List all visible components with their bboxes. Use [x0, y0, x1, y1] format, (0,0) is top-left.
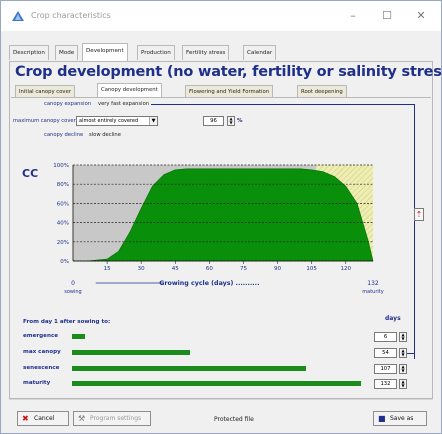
- page-title: Crop development (no water, fertility or…: [15, 64, 442, 80]
- y-tick-label: 40%: [57, 221, 69, 227]
- x-start-label: 0: [71, 280, 75, 287]
- x-tick-label: 45: [172, 266, 179, 272]
- stage-label: maturity: [23, 380, 51, 386]
- x-tick-label: 30: [138, 266, 145, 272]
- subtab-canopy-development[interactable]: Canopy development: [97, 83, 162, 98]
- tab-production[interactable]: Production: [137, 45, 175, 60]
- tab-development[interactable]: Development: [82, 43, 128, 61]
- maximize-button[interactable]: ☐: [375, 7, 399, 25]
- max-canopy-cover-select[interactable]: almost entirely covered ▼: [76, 116, 158, 126]
- tab-description[interactable]: Description: [9, 45, 49, 60]
- x-tick-label: 105: [306, 266, 317, 272]
- canopy-cover-chart: 100% 80% 60% 40% 20% 0% 15 30 45 60 75 90 105 120 0 sow…: [53, 163, 383, 295]
- stage-days-input[interactable]: 107: [374, 364, 397, 374]
- up-arrow-icon[interactable]: ⇡: [414, 208, 424, 221]
- stage-bar: [72, 381, 361, 386]
- x-end-label: 132: [367, 280, 379, 287]
- expansion-connector: [151, 104, 414, 105]
- tab-calendar[interactable]: Calendar: [243, 45, 277, 60]
- crop-characteristics-window: Crop characteristics – ☐ ✕ Description M…: [0, 0, 442, 434]
- save-as-button[interactable]: ■ Save as: [373, 411, 427, 426]
- cancel-label: Cancel: [34, 415, 55, 422]
- close-button[interactable]: ✕: [409, 7, 433, 25]
- y-tick-label: 60%: [57, 201, 69, 207]
- stage-days-input[interactable]: 6: [374, 332, 397, 342]
- stage-days-spinner[interactable]: ▲ ▼: [399, 348, 407, 358]
- stage-bar-track: [72, 365, 361, 372]
- stage-bar: [72, 366, 307, 371]
- footer-divider: [9, 399, 433, 400]
- footer: ✖ Cancel ⚒ Program settings Protected fi…: [9, 405, 433, 431]
- stage-bar-track: [72, 380, 361, 387]
- tab-fertility-stress[interactable]: Fertility stress: [182, 45, 230, 60]
- title-bar: Crop characteristics – ☐ ✕: [1, 1, 441, 31]
- protected-file-text: Protected file: [214, 416, 254, 423]
- max-canopy-cover-option: almost entirely covered: [79, 118, 139, 124]
- canopy-expansion-label: canopy expansion: [44, 101, 92, 107]
- stage-label: senescence: [23, 365, 60, 371]
- stage-days-input[interactable]: 132: [374, 379, 397, 389]
- max-canopy-cover-input[interactable]: 96: [203, 116, 224, 126]
- canopy-decline-label: canopy decline: [44, 132, 84, 138]
- stage-days-spinner[interactable]: ▲ ▼: [399, 332, 407, 342]
- y-tick-label: 100%: [53, 163, 69, 169]
- stage-days-input[interactable]: 54: [374, 348, 397, 358]
- days-header: days: [385, 315, 401, 322]
- stage-label: emergence: [23, 333, 59, 339]
- x-axis-label: Growing cycle (days) ..........: [159, 280, 259, 287]
- x-tick-label: 90: [274, 266, 281, 272]
- tab-mode[interactable]: Mode: [55, 45, 79, 60]
- stage-bar-track: [72, 349, 361, 356]
- stage-bar-track: [72, 333, 361, 340]
- stage-days-spinner[interactable]: ▲ ▼: [399, 379, 407, 389]
- x-start-sub-label: sowing: [64, 289, 82, 295]
- stage-bar: [72, 350, 191, 355]
- percent-unit: %: [237, 118, 243, 124]
- stage-bar: [72, 334, 86, 339]
- max-canopy-cover-label: maximum canopy cover: [13, 118, 76, 124]
- x-tick-label: 60: [206, 266, 213, 272]
- tools-icon: ⚒: [78, 414, 86, 423]
- canopy-decline-value: slow decline: [89, 132, 121, 138]
- app-icon: [12, 11, 24, 21]
- x-end-sub-label: maturity: [362, 289, 383, 295]
- y-tick-label: 80%: [57, 182, 69, 188]
- cancel-x-icon: ✖: [22, 414, 29, 423]
- stage-label: max canopy: [23, 349, 61, 355]
- stage-days-spinner[interactable]: ▲ ▼: [399, 364, 407, 374]
- stages-header: From day 1 after sowing to:: [23, 319, 111, 325]
- x-tick-label: 15: [104, 266, 111, 272]
- program-settings-label: Program settings: [90, 415, 142, 422]
- canopy-expansion-value: very fast expansion: [98, 101, 150, 107]
- cancel-button[interactable]: ✖ Cancel: [17, 411, 69, 426]
- x-tick-label: 75: [240, 266, 247, 272]
- max-canopy-cover-spinner[interactable]: ▲ ▼: [227, 116, 235, 126]
- program-settings-button[interactable]: ⚒ Program settings: [73, 411, 151, 426]
- x-tick-label: 120: [340, 266, 351, 272]
- window-title: Crop characteristics: [31, 11, 111, 20]
- dropdown-arrow-icon: ▼: [149, 117, 157, 125]
- y-tick-label: 20%: [57, 240, 69, 246]
- save-disk-icon: ■: [378, 414, 386, 423]
- minimize-button[interactable]: –: [341, 7, 365, 25]
- stage-connector: [407, 353, 415, 354]
- y-tick-label: 0%: [60, 259, 69, 265]
- save-as-label: Save as: [390, 415, 414, 422]
